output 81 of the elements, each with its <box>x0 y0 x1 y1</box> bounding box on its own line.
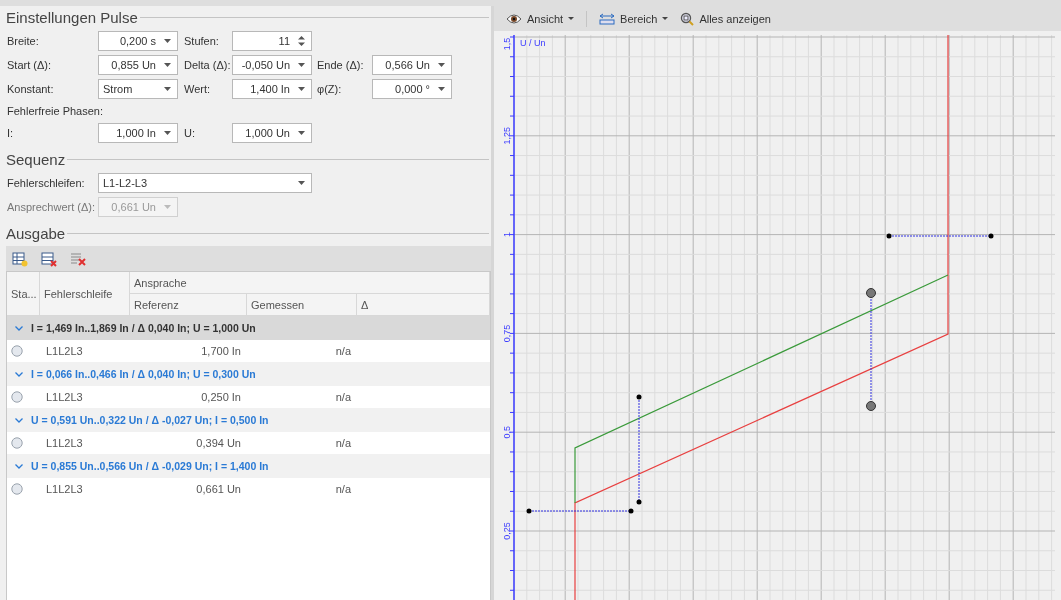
group-row[interactable]: U = 0,591 Un..0,322 Un / Δ -0,027 Un; I = 0,500 In <box>7 408 490 432</box>
table-cell-text: n/a <box>334 391 352 403</box>
dropdown-field[interactable]: 1,000 In <box>98 123 178 143</box>
toolbar-button[interactable]: Alles anzeigen <box>676 9 775 28</box>
field-label: I: <box>6 127 15 139</box>
status-circle-icon <box>11 391 23 403</box>
caret-icon[interactable] <box>438 63 445 67</box>
caret-icon[interactable] <box>298 181 305 185</box>
section-title: Einstellungen Pulse <box>6 8 138 26</box>
table-add-icon[interactable] <box>12 250 28 267</box>
table-cell-text: L1L2L3 <box>45 345 84 357</box>
table-cell-text: n/a <box>334 345 352 357</box>
column-group-header: Ansprache <box>130 272 490 294</box>
axis-tick-label: 0,5 <box>502 425 512 439</box>
dropdown-field[interactable]: 1,400 In <box>232 79 312 99</box>
dropdown-field[interactable]: 0,200 s <box>98 31 178 51</box>
field-label: Fehlerschleifen: <box>6 177 86 189</box>
field-label: Ende (Δ): <box>316 59 365 71</box>
axis-tick-label: 0,25 <box>502 522 512 540</box>
table-cell-text: L1L2L3 <box>45 437 84 449</box>
caret-icon[interactable] <box>298 131 305 135</box>
status-circle-icon <box>11 345 23 357</box>
table-cell-text: 0,250 In <box>200 391 242 403</box>
table-cell-text: n/a <box>334 483 352 495</box>
caret-icon[interactable] <box>298 63 305 67</box>
dropdown-field[interactable]: 0,855 Un <box>98 55 178 75</box>
group-row[interactable]: I = 1,469 In..1,869 In / Δ 0,040 In; U = 1,000 Un <box>7 316 490 340</box>
caret-icon[interactable] <box>164 39 171 43</box>
field-label: Start (Δ): <box>6 59 53 71</box>
caret-icon[interactable] <box>438 87 445 91</box>
spin-field[interactable]: 11 <box>232 31 312 51</box>
field-label: U: <box>183 127 196 139</box>
chevron-icon[interactable] <box>15 417 23 423</box>
axis-tick-label: 1,25 <box>502 127 512 145</box>
chevron-icon[interactable] <box>15 371 23 377</box>
caret-icon[interactable] <box>164 131 171 135</box>
field-label: Wert: <box>183 83 212 95</box>
eye-icon <box>506 12 522 25</box>
zoom-icon <box>680 11 695 26</box>
table-cell-text: L1L2L3 <box>45 483 84 495</box>
table-delete-icon[interactable] <box>41 250 57 267</box>
axis-tick-label: 1 <box>502 232 512 238</box>
caret-icon[interactable] <box>298 87 305 91</box>
caret-icon <box>662 17 669 20</box>
dropdown-field[interactable]: L1-L2-L3 <box>98 173 312 193</box>
range-arrows-icon <box>599 12 616 25</box>
axis-title: U / Un <box>520 38 546 48</box>
status-circle-icon <box>11 437 23 449</box>
dropdown-field[interactable]: 0,566 Un <box>372 55 452 75</box>
dropdown-field[interactable]: 1,000 Un <box>232 123 312 143</box>
axis-tick-label: 1,5 <box>502 37 512 51</box>
dropdown-field[interactable]: -0,050 Un <box>232 55 312 75</box>
spin-arrows-icon[interactable] <box>298 35 305 47</box>
axis-tick-label: 0,75 <box>502 324 512 343</box>
field-label: Fehlerfreie Phasen: <box>6 104 104 119</box>
table-cell-text: 0,661 Un <box>195 483 242 495</box>
dropdown-field[interactable]: 0,000 ° <box>372 79 452 99</box>
section-title: Sequenz <box>6 150 66 168</box>
caret-icon <box>568 17 575 20</box>
chevron-icon[interactable] <box>15 463 23 469</box>
caret-icon[interactable] <box>164 87 171 91</box>
field-label: Delta (Δ): <box>183 59 232 71</box>
field-label: Konstant: <box>6 83 55 95</box>
section-title: Ausgabe <box>6 224 66 242</box>
dropdown-field[interactable]: Strom <box>98 79 178 99</box>
table-cell-text: n/a <box>334 437 352 449</box>
field-label: Ansprechwert (Δ): <box>6 201 97 213</box>
caret-icon[interactable] <box>164 63 171 67</box>
table-cell-text: 1,700 In <box>200 345 242 357</box>
field-label: φ(Z): <box>316 83 343 95</box>
group-row[interactable]: U = 0,855 Un..0,566 Un / Δ -0,029 Un; I = 1,400 In <box>7 454 490 478</box>
table-cell-text: L1L2L3 <box>45 391 84 403</box>
field-label: Stufen: <box>183 35 220 47</box>
status-circle-icon <box>11 483 23 495</box>
list-clear-icon[interactable] <box>70 250 86 267</box>
toolbar-button[interactable]: Bereich <box>595 10 673 27</box>
table-cell-text: 0,394 Un <box>195 437 242 449</box>
chevron-icon[interactable] <box>15 325 23 331</box>
toolbar-button[interactable]: Ansicht <box>502 10 579 27</box>
field-label: Breite: <box>6 35 40 47</box>
group-row[interactable]: I = 0,066 In..0,466 In / Δ 0,040 In; U = 0,300 Un <box>7 362 490 386</box>
